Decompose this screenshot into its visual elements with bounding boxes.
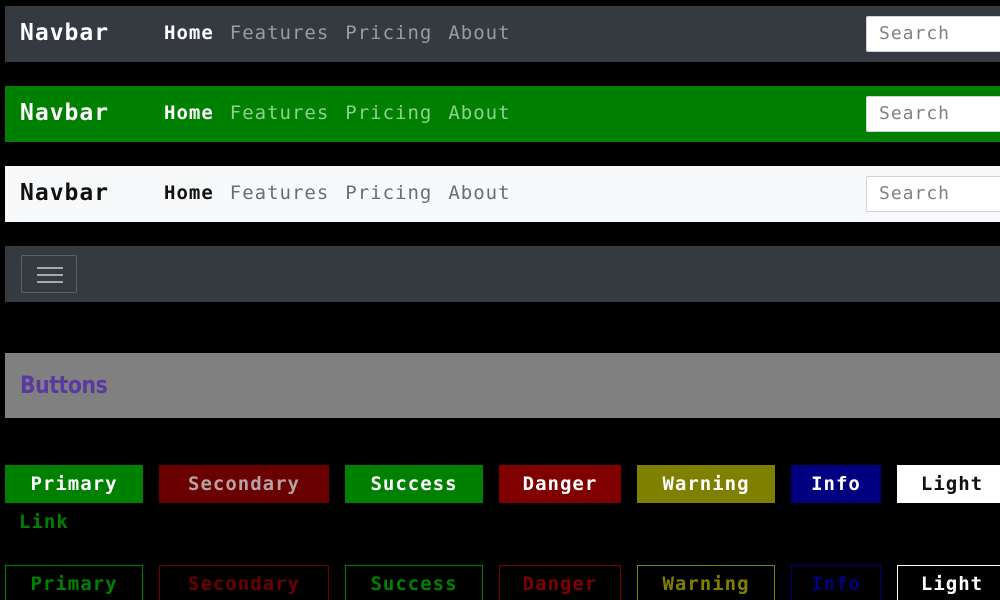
danger-button[interactable]: Danger <box>499 465 621 503</box>
nav-link-home[interactable]: Home <box>164 181 214 205</box>
primary-button[interactable]: Primary <box>5 465 143 503</box>
light-outline-button[interactable]: Light <box>897 565 1000 600</box>
navbar-brand[interactable]: Navbar <box>20 20 109 46</box>
section-title: Buttons <box>20 371 108 399</box>
link-button[interactable]: Link <box>19 510 69 534</box>
nav-link-about[interactable]: About <box>448 101 510 125</box>
search-input[interactable]: Search <box>866 96 1000 132</box>
info-button[interactable]: Info <box>791 465 881 503</box>
secondary-button[interactable]: Secondary <box>159 465 329 503</box>
nav-link-about[interactable]: About <box>448 181 510 205</box>
search-input[interactable]: Search <box>866 16 1000 52</box>
nav-link-pricing[interactable]: Pricing <box>345 101 432 125</box>
hamburger-icon <box>37 267 63 269</box>
hamburger-icon <box>37 274 63 276</box>
light-button[interactable]: Light <box>897 465 1000 503</box>
navbar-brand[interactable]: Navbar <box>20 180 109 206</box>
nav-links: Home Features Pricing About <box>164 181 511 205</box>
info-outline-button[interactable]: Info <box>791 565 881 600</box>
navbar-dark: Navbar Home Features Pricing About Searc… <box>5 6 1000 62</box>
nav-link-home[interactable]: Home <box>164 101 214 125</box>
nav-link-pricing[interactable]: Pricing <box>345 21 432 45</box>
success-button[interactable]: Success <box>345 465 483 503</box>
secondary-outline-button[interactable]: Secondary <box>159 565 329 600</box>
navbar-green: Navbar Home Features Pricing About Searc… <box>5 86 1000 142</box>
buttons-section-header: Buttons <box>5 353 1000 418</box>
hamburger-icon <box>37 281 63 283</box>
nav-link-home[interactable]: Home <box>164 21 214 45</box>
navbar-light: Navbar Home Features Pricing About Searc… <box>5 166 1000 222</box>
nav-links: Home Features Pricing About <box>164 101 511 125</box>
nav-link-features[interactable]: Features <box>230 21 330 45</box>
warning-outline-button[interactable]: Warning <box>637 565 775 600</box>
navbar-toggler-button[interactable] <box>21 255 77 293</box>
nav-link-pricing[interactable]: Pricing <box>345 181 432 205</box>
nav-links: Home Features Pricing About <box>164 21 511 45</box>
success-outline-button[interactable]: Success <box>345 565 483 600</box>
danger-outline-button[interactable]: Danger <box>499 565 621 600</box>
warning-button[interactable]: Warning <box>637 465 775 503</box>
nav-link-about[interactable]: About <box>448 21 510 45</box>
navbar-brand[interactable]: Navbar <box>20 100 109 126</box>
search-input[interactable]: Search <box>866 176 1000 212</box>
navbar-collapsed <box>5 246 1000 302</box>
nav-link-features[interactable]: Features <box>230 101 330 125</box>
primary-outline-button[interactable]: Primary <box>5 565 143 600</box>
nav-link-features[interactable]: Features <box>230 181 330 205</box>
